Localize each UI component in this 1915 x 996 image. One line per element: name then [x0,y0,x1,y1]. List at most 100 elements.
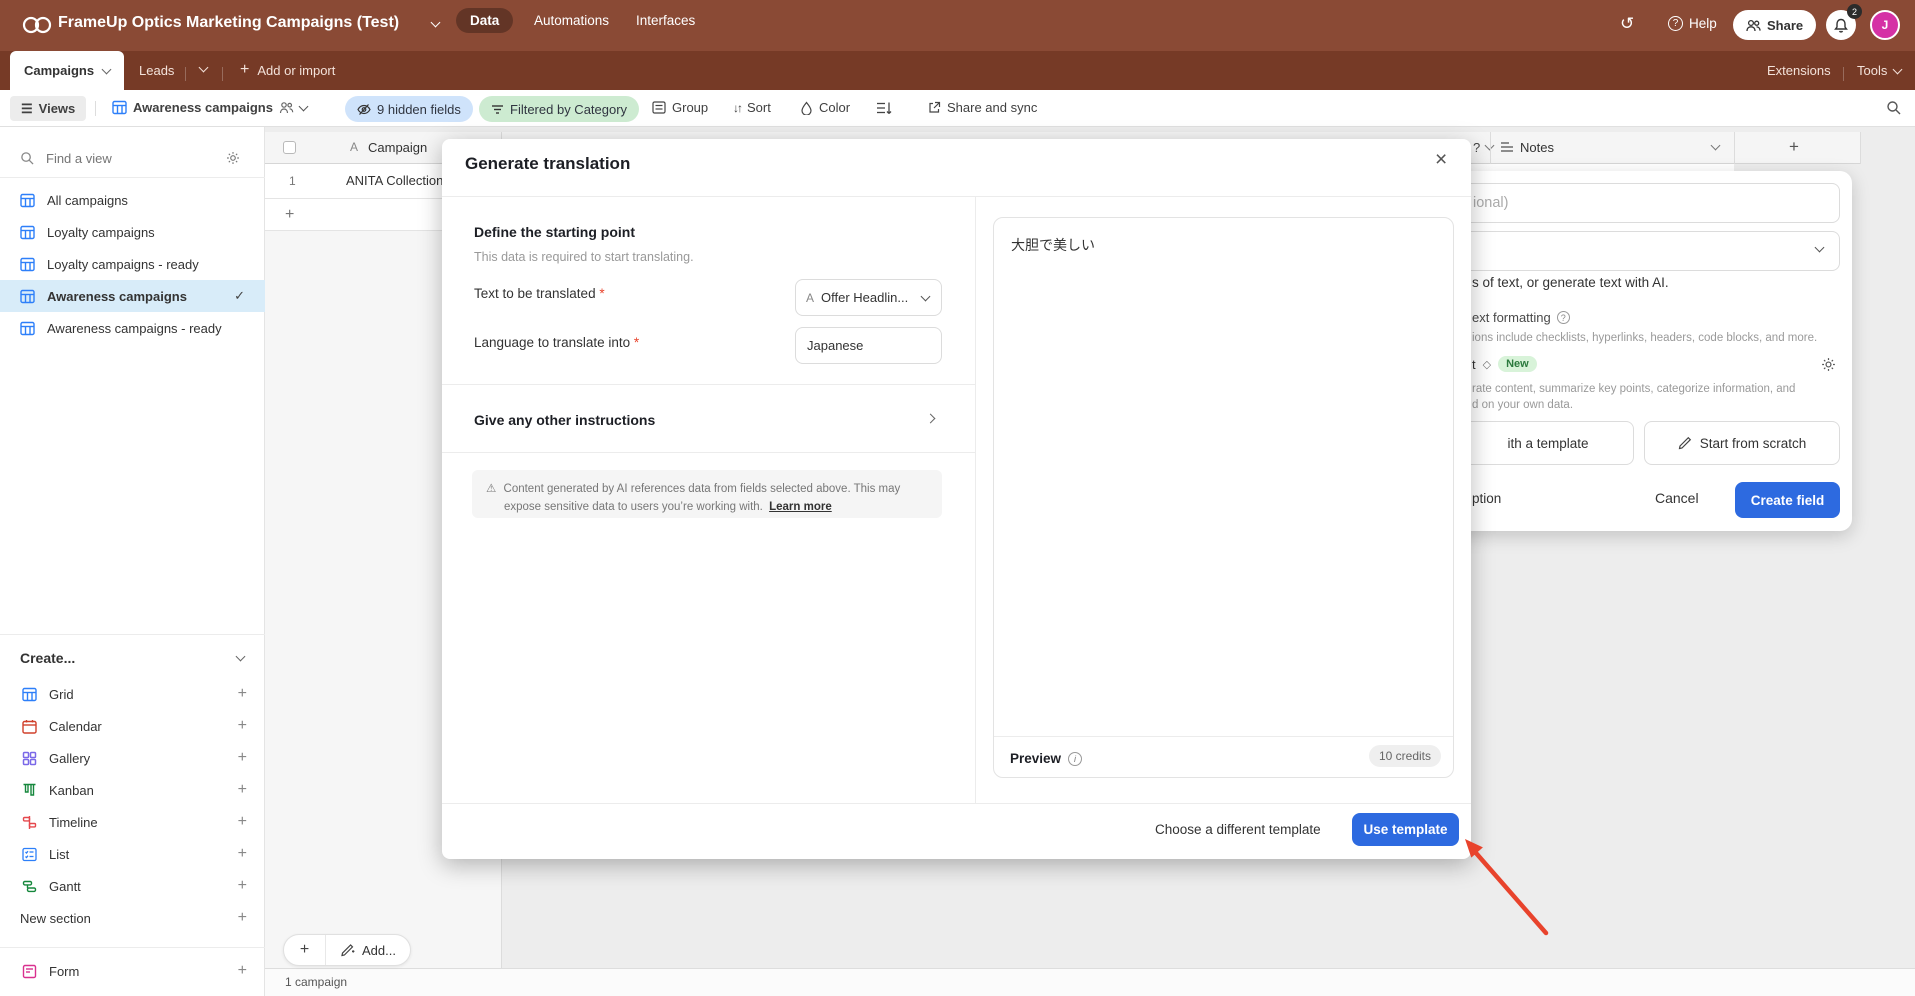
create-item-new-section[interactable]: New section+ [0,902,265,934]
field-name-input[interactable]: ional) [1462,183,1840,223]
source-field-select[interactable]: A Offer Headlin... [795,279,942,316]
base-title[interactable]: FrameUp Optics Marketing Campaigns (Test… [58,14,399,32]
hidden-fields-button[interactable]: 9 hidden fields [345,96,473,122]
ai-settings-gear-icon[interactable] [1821,357,1836,372]
table-tab-chevron-icon[interactable] [102,64,112,74]
cancel-button[interactable]: Cancel [1655,490,1699,506]
plus-icon[interactable]: + [238,846,247,862]
tab-interfaces[interactable]: Interfaces [622,8,709,33]
plus-icon[interactable]: + [238,963,247,979]
color-button[interactable]: Color [800,100,850,115]
tab-automations[interactable]: Automations [520,8,623,33]
form-icon [22,964,37,979]
source-field-value: Offer Headlin... [821,290,908,305]
plus-icon[interactable]: + [238,878,247,894]
plus-icon[interactable]: + [238,686,247,702]
formatting-toggle-row[interactable]: ext formatting ? [1472,310,1570,325]
plus-icon[interactable]: + [238,814,247,830]
close-icon[interactable]: × [1435,149,1447,170]
required-marker: * [634,335,639,350]
column-header-campaign[interactable]: Campaign [368,140,427,155]
grid-icon [22,687,37,702]
create-chevron-icon [236,652,246,662]
sidebar-item-loyalty-campaigns[interactable]: Loyalty campaigns [0,216,265,248]
sidebar-item-loyalty-campaigns-ready[interactable]: Loyalty campaigns - ready [0,248,265,280]
sidebar-item-awareness-campaigns-ready[interactable]: Awareness campaigns - ready [0,312,265,344]
sidebar-item-all-campaigns[interactable]: All campaigns [0,184,265,216]
current-view-button[interactable]: Awareness campaigns [112,100,307,115]
column-header-notes[interactable]: Notes [1520,140,1554,155]
views-button[interactable]: ☰ Views [10,96,86,121]
table-tab-leads[interactable]: Leads [139,63,174,78]
column-divider [1734,132,1735,164]
field-type-select[interactable] [1462,231,1840,271]
add-description-fragment[interactable]: ption [1472,491,1501,506]
group-button[interactable]: Group [652,100,708,115]
create-item-calendar[interactable]: Calendar+ [0,710,265,742]
row-height-icon[interactable] [876,101,892,115]
create-section-header[interactable]: Create... [20,643,250,673]
row-number: 1 [289,174,296,188]
sort-button[interactable]: ↓↑ Sort [733,100,771,115]
search-icon[interactable] [1886,100,1901,115]
divider [994,736,1453,737]
create-item-gantt[interactable]: Gantt+ [0,870,265,902]
view-settings-gear-icon[interactable] [226,151,240,165]
create-item-grid[interactable]: Grid+ [0,678,265,710]
create-item-timeline[interactable]: Timeline+ [0,806,265,838]
add-column-button[interactable]: + [1789,137,1799,157]
add-with-ai-button[interactable]: Add... [326,943,410,958]
start-with-template-button[interactable]: ith a template [1462,421,1634,465]
choose-different-template-button[interactable]: Choose a different template [1155,822,1321,837]
create-item-list[interactable]: List+ [0,838,265,870]
start-from-scratch-button[interactable]: Start from scratch [1644,421,1840,465]
create-item-form[interactable]: Form+ [0,955,265,987]
share-button[interactable]: Share [1733,10,1816,40]
sidebar-item-awareness-campaigns[interactable]: Awareness campaigns ✓ [0,280,265,312]
column-divider [1860,132,1861,164]
status-bar [265,968,1915,996]
other-instructions-row[interactable]: Give any other instructions [474,405,944,435]
create-item-kanban[interactable]: Kanban+ [0,774,265,806]
ai-label-fragment: t [1472,357,1476,372]
share-and-sync-button[interactable]: Share and sync [928,100,1037,115]
find-view-input[interactable] [44,150,194,167]
app-logo-icon[interactable] [22,15,52,35]
plus-icon[interactable]: + [238,910,247,926]
template-button-fragment: ith a template [1507,436,1588,451]
filter-icon [491,104,504,115]
warning-icon: ⚠ [486,483,496,495]
history-icon[interactable]: ↺ [1620,14,1634,34]
info-icon[interactable]: i [1068,752,1082,766]
ai-toggle-row[interactable]: t ◇ New [1472,356,1537,372]
add-record-button[interactable]: + [284,935,326,965]
learn-more-link[interactable]: Learn more [769,501,832,513]
plus-icon[interactable]: + [238,782,247,798]
tab-data[interactable]: Data [456,8,513,33]
select-all-checkbox[interactable] [283,141,296,154]
record-count: 1 campaign [285,975,347,989]
plus-icon[interactable]: + [238,718,247,734]
tables-list-chevron-icon[interactable] [199,63,209,73]
add-record-group: + Add... [283,934,411,966]
create-field-button[interactable]: Create field [1735,482,1840,518]
divider [185,67,186,81]
plus-icon[interactable]: + [238,750,247,766]
divider [0,947,265,948]
table-tab-campaigns[interactable]: Campaigns [10,51,124,90]
divider [442,196,1471,197]
filter-button[interactable]: Filtered by Category [479,96,639,122]
text-field-type-icon: A [350,140,358,154]
base-title-chevron-icon[interactable] [431,18,441,28]
timeline-icon [22,815,37,830]
cell-campaign[interactable]: ANITA Collection [346,173,443,188]
help-button[interactable]: ? Help [1668,16,1717,31]
create-item-gallery[interactable]: Gallery+ [0,742,265,774]
tools-button[interactable]: Tools [1857,63,1901,78]
language-input[interactable] [795,327,942,364]
column-header-partial[interactable]: ? [1473,140,1480,155]
add-or-import-button[interactable]: + Add or import [240,62,335,78]
extensions-button[interactable]: Extensions [1767,63,1831,78]
required-marker: * [599,286,604,301]
avatar[interactable]: J [1870,10,1900,40]
